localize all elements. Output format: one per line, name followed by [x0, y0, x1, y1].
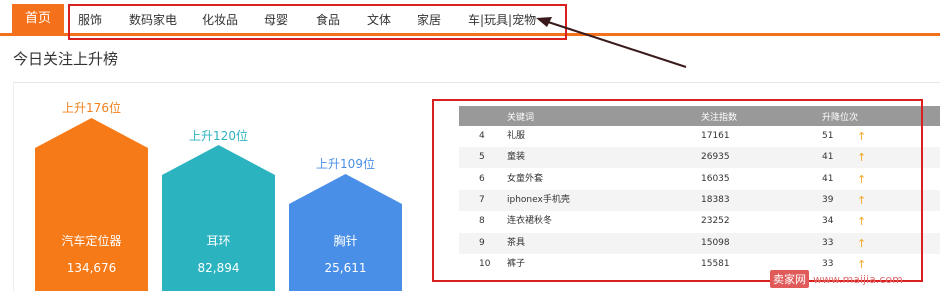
watermark-badge: 卖家网 — [770, 270, 809, 288]
annotation-arrow-icon — [536, 17, 687, 68]
watermark-url: www.maijia.com — [813, 273, 903, 286]
watermark: 卖家网 www.maijia.com — [770, 270, 903, 288]
